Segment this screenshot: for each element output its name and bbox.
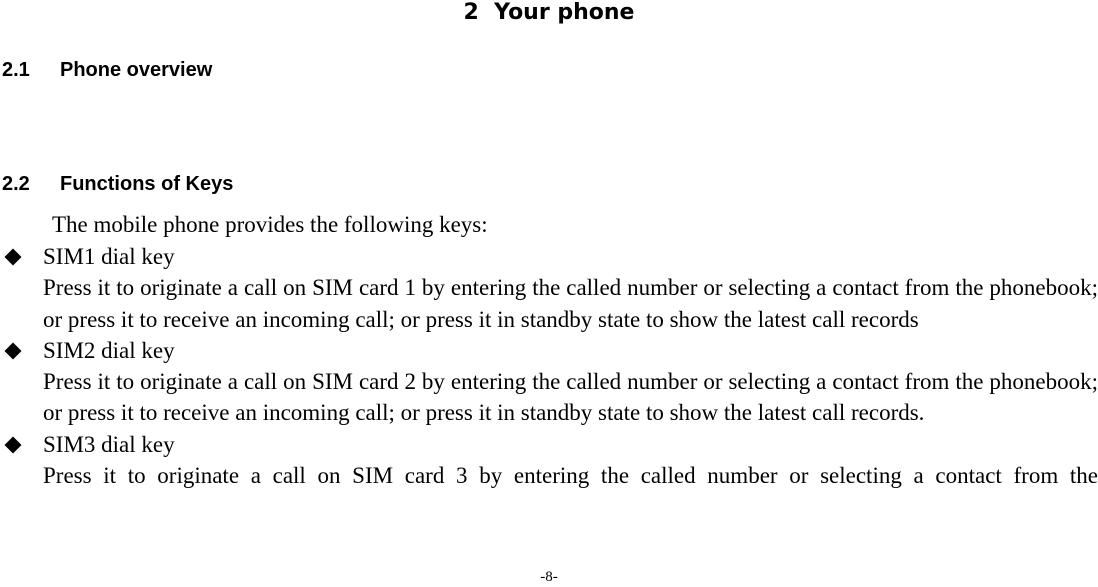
list-item: SIM1 dial key Press it to originate a ca… xyxy=(0,241,1098,335)
section-heading-phone-overview: 2.1 Phone overview xyxy=(2,58,212,82)
key-description: Press it to originate a call on SIM card… xyxy=(43,369,1098,426)
list-item-title: SIM2 dial key xyxy=(0,335,1098,366)
section-heading-functions-of-keys: 2.2 Functions of Keys xyxy=(2,172,233,196)
diamond-bullet-icon xyxy=(4,248,22,266)
list-item: SIM2 dial key Press it to originate a ca… xyxy=(0,335,1098,429)
intro-paragraph: The mobile phone provides the following … xyxy=(52,212,488,237)
diamond-bullet-icon xyxy=(4,342,22,360)
key-list: SIM1 dial key Press it to originate a ca… xyxy=(0,241,1098,491)
key-name: SIM2 dial key xyxy=(43,337,175,363)
page-number: -8- xyxy=(540,569,558,585)
chapter-title: 2 Your phone xyxy=(463,0,635,25)
section-title: Functions of Keys xyxy=(60,173,234,195)
list-item-title: SIM3 dial key xyxy=(0,429,1098,460)
list-item-title: SIM1 dial key xyxy=(0,241,1098,272)
key-description: Press it to originate a call on SIM card… xyxy=(43,463,1098,489)
section-number: 2.2 xyxy=(2,173,30,195)
section-number: 2.1 xyxy=(2,59,30,81)
key-description: Press it to originate a call on SIM card… xyxy=(43,275,1098,332)
list-item: SIM3 dial key Press it to originate a ca… xyxy=(0,429,1098,492)
key-name: SIM1 dial key xyxy=(43,244,175,269)
diamond-bullet-icon xyxy=(4,436,22,454)
key-name: SIM3 dial key xyxy=(43,431,175,457)
section-title: Phone overview xyxy=(60,59,213,81)
